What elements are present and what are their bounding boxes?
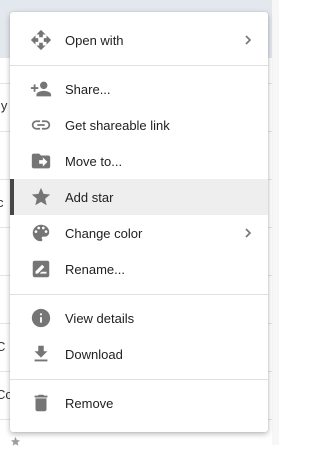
background-file-name-fragment: C [0, 339, 6, 354]
menu-item-download[interactable]: Download [10, 336, 268, 372]
menu-item-label: View details [65, 310, 135, 326]
menu-divider [10, 65, 268, 66]
chevron-right-icon [243, 34, 253, 46]
menu-item-remove[interactable]: Remove [10, 385, 268, 421]
menu-item-label: Remove [65, 395, 114, 411]
star-icon [30, 186, 52, 208]
trash-icon [30, 392, 52, 414]
folder-move-icon [30, 150, 52, 172]
menu-item-change-color[interactable]: Change color [10, 215, 268, 251]
info-icon [30, 307, 52, 329]
link-icon [30, 114, 52, 136]
menu-item-add-star[interactable]: Add star [10, 179, 268, 215]
menu-item-label: Download [65, 346, 123, 362]
menu-item-share[interactable]: Share... [10, 71, 268, 107]
menu-item-label: Share... [65, 81, 111, 97]
menu-item-label: Rename... [65, 261, 125, 277]
download-icon [30, 343, 52, 365]
menu-item-move-to[interactable]: Move to... [10, 143, 268, 179]
menu-item-label: Open with [65, 32, 124, 48]
star-icon [10, 434, 21, 446]
menu-item-view-details[interactable]: View details [10, 300, 268, 336]
palette-icon [30, 222, 52, 244]
menu-item-label: Change color [65, 225, 143, 241]
menu-item-label: Add star [65, 189, 114, 205]
person-add-icon [30, 78, 52, 100]
menu-divider [10, 379, 268, 380]
menu-item-rename[interactable]: Rename... [10, 251, 268, 287]
hover-indicator [10, 179, 14, 215]
background-file-name-fragment: c [0, 195, 4, 210]
menu-item-label: Get shareable link [65, 117, 170, 133]
menu-divider [10, 294, 268, 295]
background-file-name-fragment: ly [0, 98, 8, 113]
rename-icon [30, 258, 52, 280]
menu-item-open-with[interactable]: Open with [10, 22, 268, 58]
context-menu: Open with Share... Get shareable link Mo… [10, 12, 268, 432]
menu-item-get-shareable-link[interactable]: Get shareable link [10, 107, 268, 143]
chevron-right-icon [243, 227, 253, 239]
background-scroll-gutter [272, 0, 279, 445]
move-arrows-icon [30, 29, 52, 51]
menu-item-label: Move to... [65, 153, 123, 169]
